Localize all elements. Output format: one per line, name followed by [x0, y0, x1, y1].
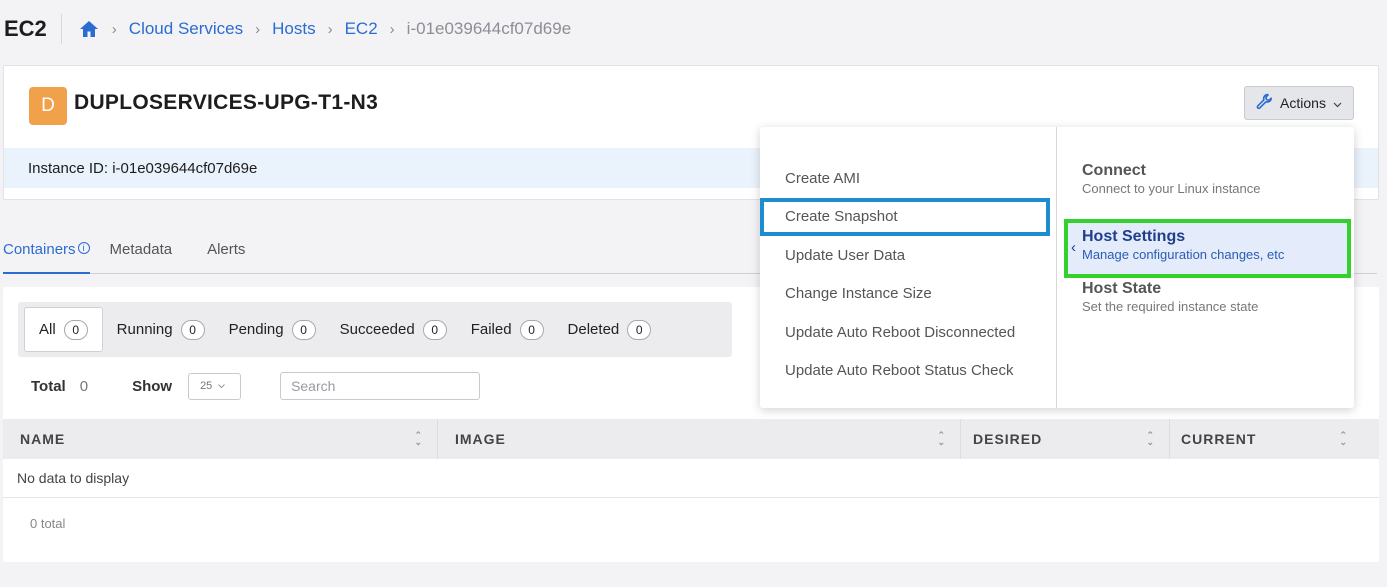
- sort-icon[interactable]: ⌃ ⌄: [1339, 431, 1348, 447]
- filter-all[interactable]: All 0: [24, 307, 103, 352]
- status-filter-group: All 0 Running 0 Pending 0 Succeeded 0 Fa…: [18, 302, 732, 357]
- group-title: Host Settings: [1082, 228, 1186, 245]
- tab-containers[interactable]: Containers i: [3, 235, 90, 274]
- count-badge: 0: [180, 319, 205, 340]
- tab-label: Containers: [3, 241, 76, 258]
- column-label: IMAGE: [455, 431, 506, 447]
- menu-item-change-instance-size[interactable]: Change Instance Size: [760, 275, 1056, 314]
- filter-label: Pending: [228, 321, 284, 338]
- sort-icon[interactable]: ⌃ ⌄: [414, 431, 423, 447]
- count-badge: 0: [519, 319, 544, 340]
- filter-label: Running: [116, 321, 173, 338]
- wrench-icon: [1256, 93, 1273, 113]
- column-header-desired[interactable]: DESIRED ⌃ ⌄: [961, 419, 1170, 459]
- breadcrumb: › Cloud Services › Hosts › EC2 › i-01e03…: [78, 18, 571, 40]
- actions-label: Actions: [1280, 95, 1326, 111]
- instance-id: Instance ID: i-01e039644cf07d69e: [28, 159, 258, 177]
- column-label: NAME: [20, 431, 66, 447]
- app-title: EC2: [4, 14, 62, 44]
- menu-item-update-auto-reboot-status-check[interactable]: Update Auto Reboot Status Check: [760, 352, 1056, 391]
- column-header-current[interactable]: CURRENT ⌃ ⌄: [1170, 419, 1362, 459]
- actions-button[interactable]: Actions: [1244, 86, 1354, 120]
- table-toolbar: Total 0 Show 25: [31, 372, 481, 400]
- table-footer-total: 0 total: [30, 516, 66, 531]
- chevron-down-icon: [1333, 95, 1342, 111]
- page-size-select[interactable]: 25: [188, 372, 242, 400]
- menu-item-update-auto-reboot-disconnected[interactable]: Update Auto Reboot Disconnected: [760, 313, 1056, 352]
- tab-alerts[interactable]: Alerts: [207, 235, 245, 274]
- column-label: CURRENT: [1181, 431, 1257, 447]
- filter-running[interactable]: Running 0: [105, 307, 217, 352]
- breadcrumb-current: i-01e039644cf07d69e: [406, 19, 572, 38]
- actions-dropdown-menu: Create AMI Create Snapshot Update User D…: [760, 127, 1354, 408]
- top-bar: EC2 › Cloud Services › Hosts › EC2 › i-0…: [0, 0, 1387, 58]
- group-subtitle: Set the required instance state: [1082, 299, 1259, 314]
- chevron-right-icon: ›: [111, 20, 117, 38]
- tab-label: Alerts: [207, 241, 246, 258]
- menu-group-host-state[interactable]: Host State Set the required instance sta…: [1065, 278, 1354, 337]
- chevron-right-icon: ›: [327, 20, 333, 38]
- total-label: Total: [31, 377, 66, 395]
- chevron-right-icon: ›: [389, 20, 395, 38]
- menu-item-create-snapshot[interactable]: Create Snapshot: [760, 197, 1050, 236]
- chevron-right-icon: ›: [255, 20, 261, 38]
- host-settings-submenu: Create AMI Create Snapshot Update User D…: [760, 127, 1057, 408]
- count-badge: 0: [291, 319, 316, 340]
- count-badge: 0: [63, 319, 88, 340]
- filter-label: Succeeded: [339, 321, 415, 338]
- page-title: DUPLOSERVICES-UPG-T1-N3: [74, 91, 379, 114]
- count-badge: 0: [627, 319, 652, 340]
- home-icon[interactable]: [78, 18, 100, 40]
- column-header-image[interactable]: IMAGE ⌃ ⌄: [438, 419, 961, 459]
- filter-deleted[interactable]: Deleted 0: [556, 307, 664, 352]
- group-title: Connect: [1082, 162, 1146, 179]
- filter-label: All: [39, 321, 56, 338]
- filter-pending[interactable]: Pending 0: [217, 307, 328, 352]
- total-value: 0: [79, 377, 89, 395]
- avatar: D: [29, 87, 67, 125]
- menu-group-connect[interactable]: Connect Connect to your Linux instance: [1065, 160, 1354, 219]
- table-header: NAME ⌃ ⌄ IMAGE ⌃ ⌄ DESIRED ⌃ ⌄ CURRENT ⌃ ⌄: [3, 419, 1379, 459]
- column-header-name[interactable]: NAME ⌃ ⌄: [3, 419, 438, 459]
- breadcrumb-ec2[interactable]: EC2: [345, 19, 378, 39]
- search-input[interactable]: [280, 372, 481, 400]
- filter-succeeded[interactable]: Succeeded 0: [328, 307, 459, 352]
- breadcrumb-cloud-services[interactable]: Cloud Services: [129, 19, 243, 39]
- action-groups: Connect Connect to your Linux instance ‹…: [1057, 127, 1354, 408]
- chevron-left-icon: ‹: [1071, 239, 1076, 256]
- sort-icon[interactable]: ⌃ ⌄: [937, 431, 946, 447]
- tab-label: Metadata: [109, 241, 173, 258]
- menu-group-host-settings[interactable]: ‹ Host Settings Manage configuration cha…: [1064, 219, 1351, 278]
- tab-metadata[interactable]: Metadata: [110, 235, 173, 274]
- filter-label: Failed: [470, 321, 512, 338]
- info-icon[interactable]: i: [77, 242, 90, 254]
- column-label: DESIRED: [973, 431, 1043, 447]
- group-subtitle: Connect to your Linux instance: [1082, 181, 1261, 196]
- show-label: Show: [132, 377, 173, 395]
- sort-icon[interactable]: ⌃ ⌄: [1146, 431, 1155, 447]
- group-subtitle: Manage configuration changes, etc: [1082, 247, 1285, 262]
- breadcrumb-hosts[interactable]: Hosts: [272, 19, 315, 39]
- menu-item-create-ami[interactable]: Create AMI: [760, 159, 1056, 198]
- group-title: Host State: [1082, 280, 1162, 297]
- chevron-down-icon: [218, 380, 226, 392]
- filter-failed[interactable]: Failed 0: [459, 307, 556, 352]
- filter-label: Deleted: [567, 321, 620, 338]
- menu-item-update-user-data[interactable]: Update User Data: [760, 236, 1056, 275]
- empty-table-message: No data to display: [3, 459, 1379, 498]
- count-badge: 0: [422, 319, 447, 340]
- page-size-value: 25: [200, 380, 213, 392]
